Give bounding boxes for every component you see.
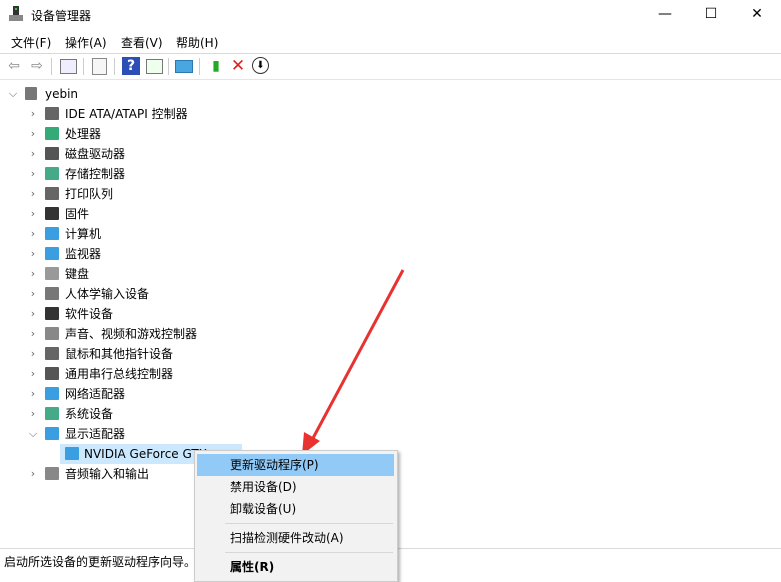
menu-item-update-driver[interactable]: 更新驱动程序(P) xyxy=(197,454,394,476)
menu-item-disable-device[interactable]: 禁用设备(D) xyxy=(197,476,394,498)
context-menu: 更新驱动程序(P) 禁用设备(D) 卸载设备(U) 扫描检测硬件改动(A) 属性… xyxy=(194,450,398,582)
menu-separator xyxy=(225,552,393,553)
menu-separator xyxy=(225,523,393,524)
menu-item-properties[interactable]: 属性(R) xyxy=(197,556,394,578)
menu-item-scan-hardware[interactable]: 扫描检测硬件改动(A) xyxy=(197,527,394,549)
menu-item-uninstall-device[interactable]: 卸载设备(U) xyxy=(197,498,394,520)
